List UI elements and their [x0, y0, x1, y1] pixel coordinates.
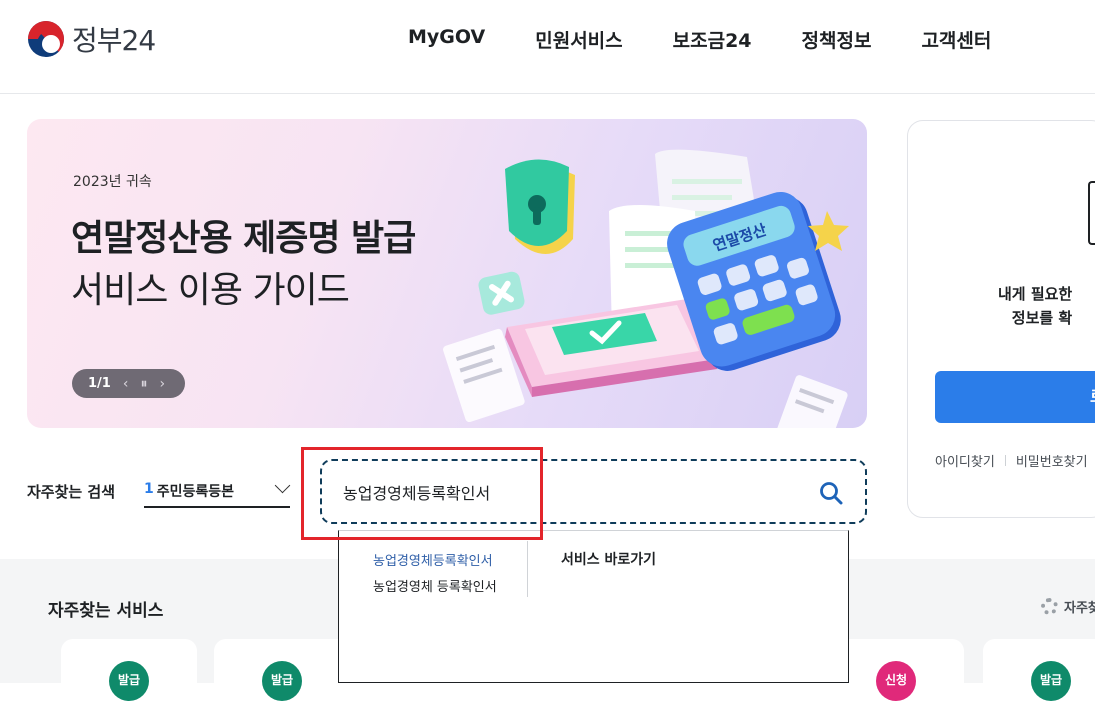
service-badge: 신청: [876, 661, 916, 701]
pause-icon[interactable]: ⏸: [140, 376, 147, 392]
highlight-box: [301, 447, 543, 540]
gear-icon: [1041, 598, 1058, 615]
main-nav: MyGOV 민원서비스 보조금24 정책정보 고객센터: [408, 26, 1041, 53]
suggestion-item[interactable]: 농업경영체 등록확인서: [373, 576, 497, 595]
frequent-search-rank: 1: [144, 481, 154, 497]
settings-label: 자주찾: [1064, 601, 1095, 616]
link-divider: [1004, 455, 1006, 466]
site-header: 정부24 MyGOV 민원서비스 보조금24 정책정보 고객센터: [0, 0, 1095, 94]
nav-item-mygov[interactable]: MyGOV: [408, 26, 485, 53]
login-message-line1: 내게 필요한: [998, 285, 1073, 303]
service-badge: 발급: [1031, 661, 1071, 701]
nav-item-policy[interactable]: 정책정보: [802, 26, 872, 53]
logo-text: 정부24: [72, 24, 156, 57]
frequent-search-item: 주민등록등본: [156, 484, 235, 500]
service-card[interactable]: 발급: [983, 639, 1095, 701]
find-password-link[interactable]: 비밀번호찾기: [1016, 451, 1088, 470]
logo[interactable]: 정부24: [28, 20, 156, 58]
service-card[interactable]: 발급: [214, 639, 350, 701]
nav-item-customer-center[interactable]: 고객센터: [921, 26, 991, 53]
nav-item-civil-service[interactable]: 민원서비스: [535, 26, 622, 53]
chevron-left-icon[interactable]: ‹: [123, 376, 129, 392]
banner-pager: 1/1 ‹ ⏸ ›: [72, 369, 185, 398]
frequent-services-settings[interactable]: 자주찾: [1041, 597, 1095, 616]
search-autocomplete-dropdown: 농업경영체등록확인서 농업경영체 등록확인서 서비스 바로가기: [338, 530, 849, 683]
login-message-line2: 정보를 확: [1011, 309, 1073, 327]
banner-title: 연말정산용 제증명 발급: [71, 218, 416, 259]
main-banner[interactable]: 연말정산 2023년 귀속 연말정산용 제증명 발급 서비스 이용 가이드 1/…: [27, 119, 867, 428]
frequent-services-title: 자주찾는 서비스: [48, 601, 164, 621]
frequent-search-label: 자주찾는 검색: [27, 483, 116, 501]
search-icon[interactable]: [819, 481, 843, 505]
login-button[interactable]: 로: [935, 371, 1095, 423]
nav-item-subsidy[interactable]: 보조금24: [673, 26, 752, 53]
login-links: 아이디찾기 비밀번호찾기: [935, 451, 1088, 470]
service-shortcut-title: 서비스 바로가기: [561, 552, 657, 568]
chevron-right-icon[interactable]: ›: [159, 376, 165, 392]
banner-caption: 2023년 귀속: [73, 174, 152, 190]
chevron-down-icon[interactable]: [274, 477, 291, 494]
login-card: 내게 필요한 정보를 확 로 아이디찾기 비밀번호찾기: [907, 120, 1095, 518]
banner-subtitle: 서비스 이용 가이드: [71, 270, 350, 311]
suggestion-item[interactable]: 농업경영체등록확인서: [373, 550, 493, 569]
pager-count: 1/1: [88, 376, 111, 391]
taegeuk-logo-icon: [28, 21, 64, 57]
service-badge: 발급: [262, 661, 302, 701]
frequent-search-select[interactable]: 1 주민등록등본: [144, 477, 291, 508]
login-message: 내게 필요한 정보를 확: [998, 282, 1072, 330]
service-badge: 발급: [109, 661, 149, 701]
find-id-link[interactable]: 아이디찾기: [935, 451, 995, 470]
login-illustration: [1088, 181, 1095, 245]
service-card[interactable]: 발급: [61, 639, 197, 701]
suggestion-list: 농업경영체등록확인서 농업경영체 등록확인서: [339, 541, 528, 597]
